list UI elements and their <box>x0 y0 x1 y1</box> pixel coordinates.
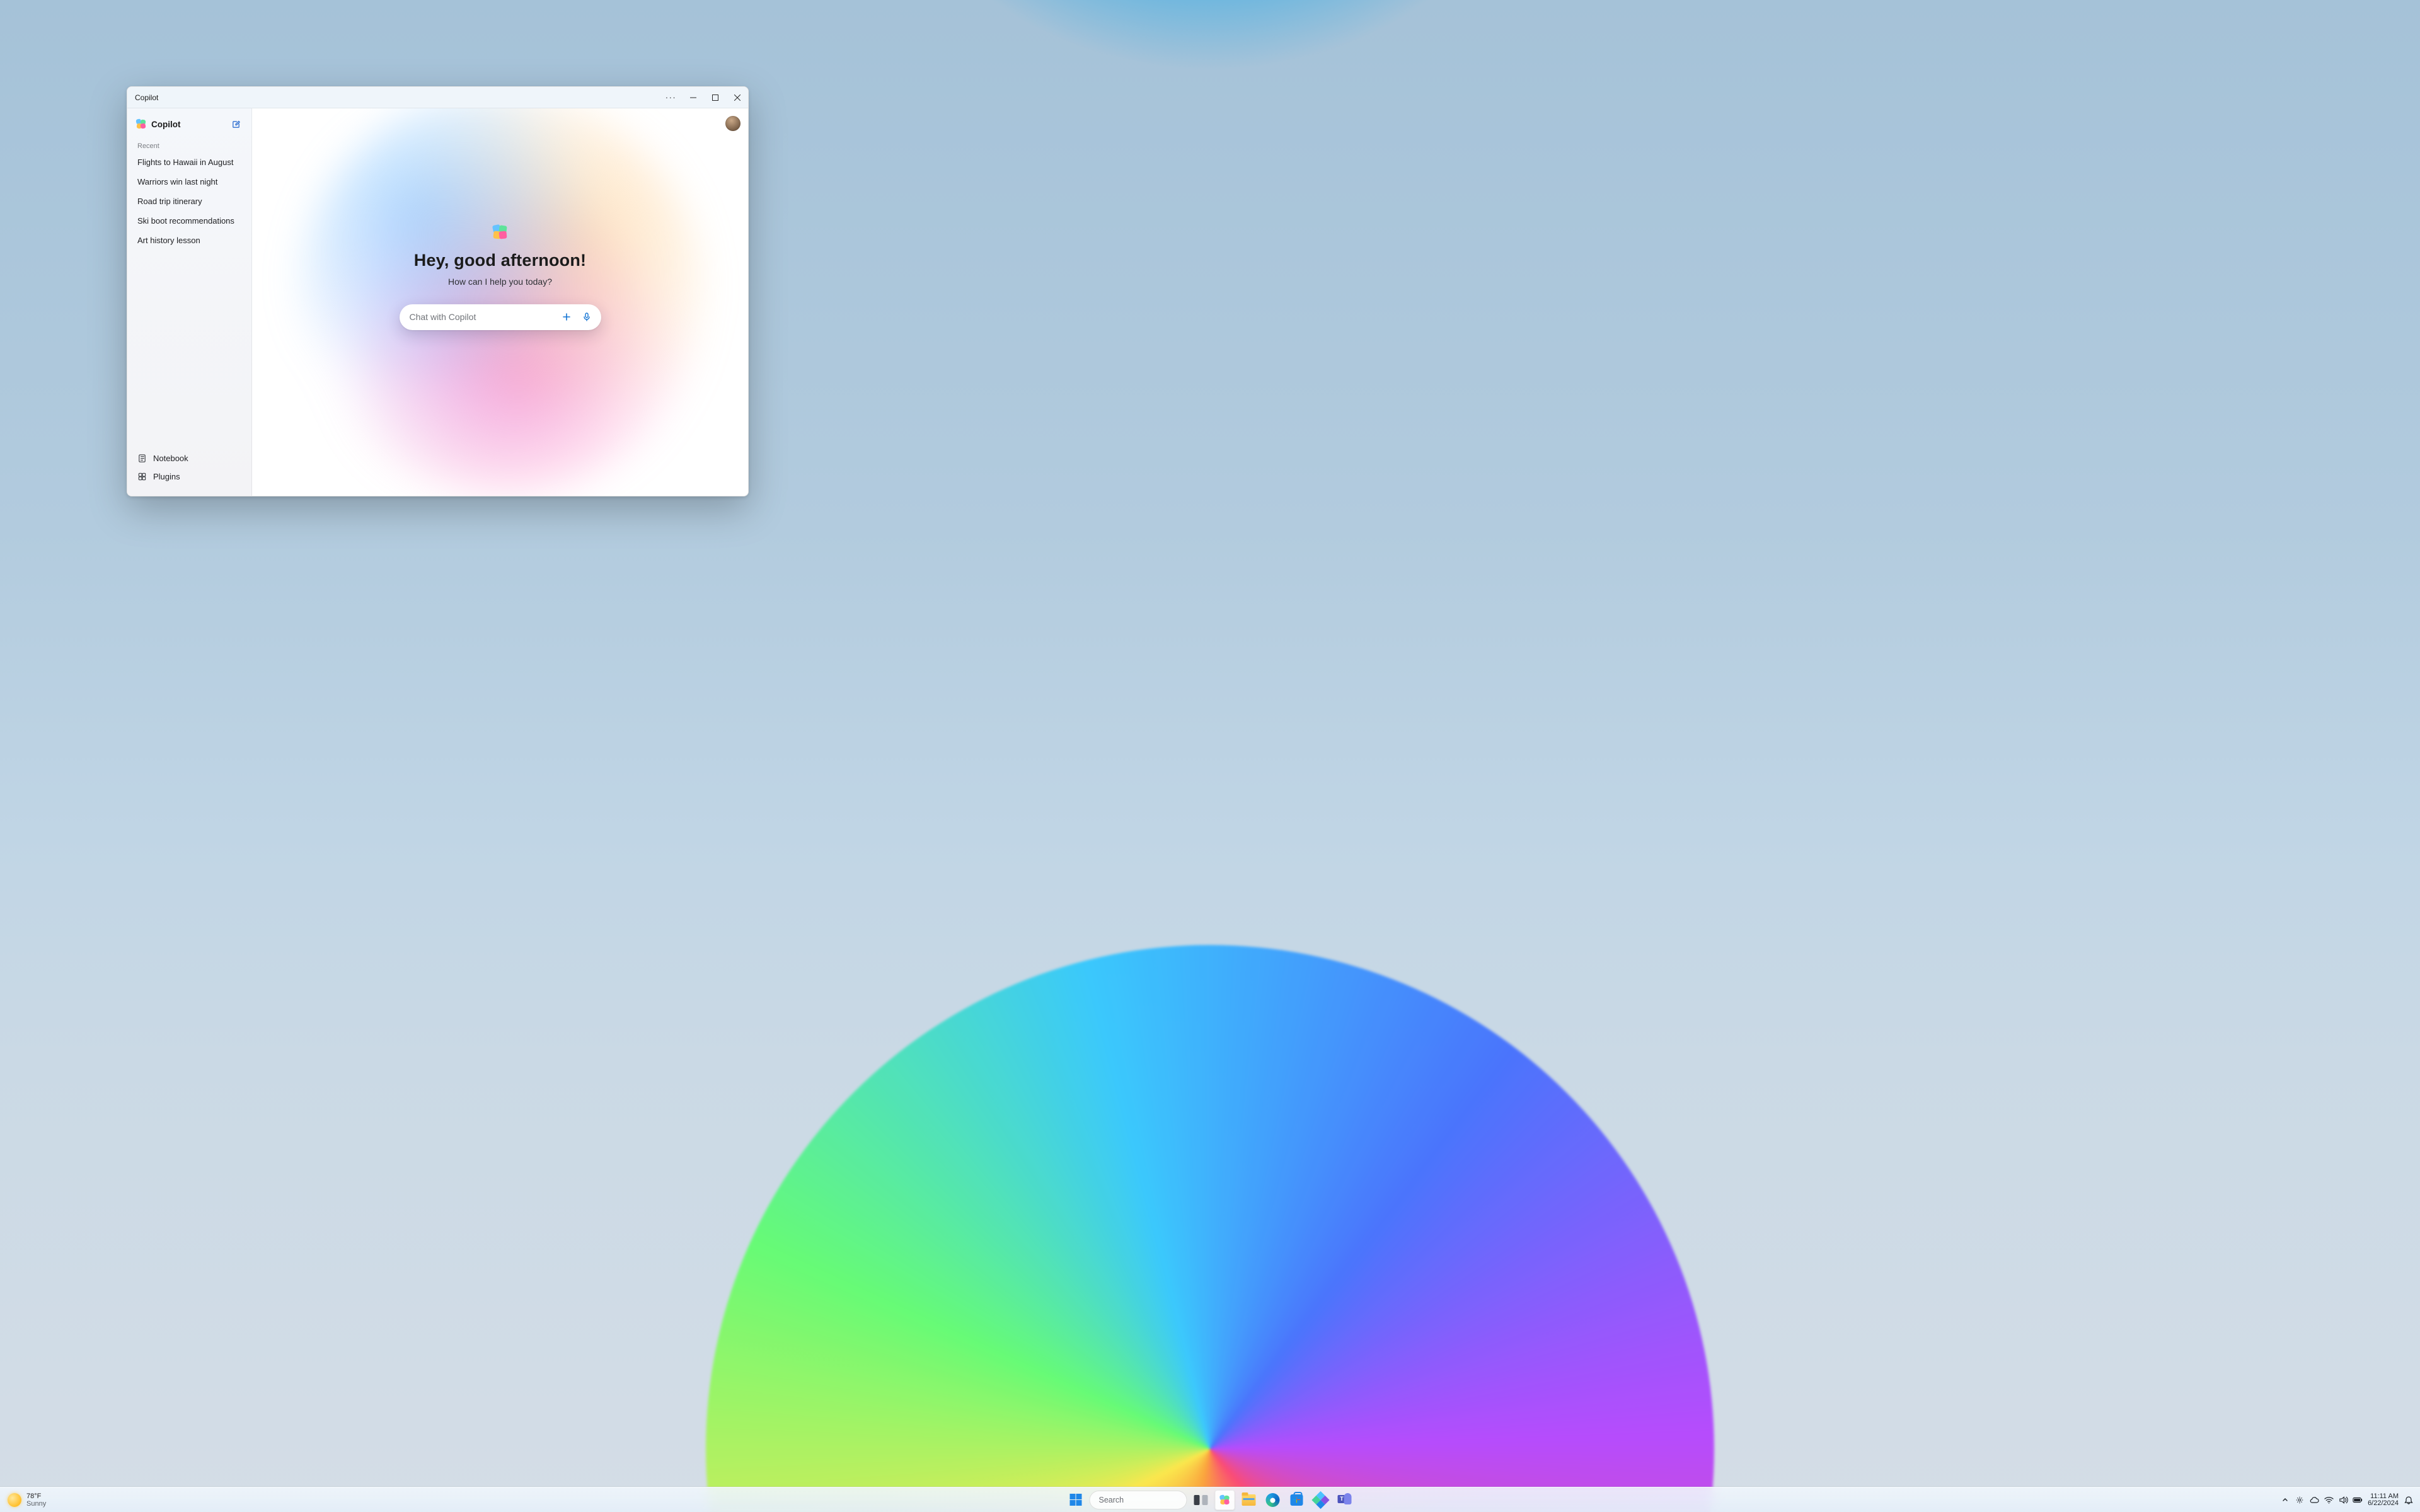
weather-condition: Sunny <box>26 1500 46 1508</box>
teams-icon <box>1338 1493 1352 1507</box>
notebook-label: Notebook <box>153 454 188 463</box>
taskbar-search[interactable] <box>1090 1491 1187 1509</box>
sidebar-app-name: Copilot <box>151 120 181 129</box>
cloud-icon <box>2309 1496 2319 1504</box>
taskbar-app-teams[interactable] <box>1335 1490 1355 1510</box>
wallpaper-bloom-bottom <box>706 945 1714 1512</box>
tray-battery-icon[interactable] <box>2353 1495 2363 1505</box>
notebook-icon <box>137 454 147 463</box>
gear-icon <box>2295 1496 2304 1504</box>
taskbar-app-explorer[interactable] <box>1239 1490 1259 1510</box>
plugins-label: Plugins <box>153 472 180 481</box>
file-explorer-icon <box>1242 1494 1256 1506</box>
tray-onedrive-icon[interactable] <box>2309 1495 2319 1505</box>
microsoft-store-icon <box>1291 1494 1303 1506</box>
titlebar[interactable]: Copilot ··· <box>127 87 748 108</box>
hero: Hey, good afternoon! How can I help you … <box>311 225 689 287</box>
chat-input[interactable] <box>410 312 555 322</box>
clock-time: 11:11 AM <box>2368 1493 2399 1500</box>
taskview-icon <box>1194 1495 1208 1505</box>
system-tray[interactable] <box>2280 1495 2363 1505</box>
copilot-logo-icon <box>136 119 146 129</box>
tray-wifi-icon[interactable] <box>2324 1495 2334 1505</box>
taskview-button[interactable] <box>1191 1490 1211 1510</box>
compose-button[interactable] <box>229 117 243 131</box>
window-maximize-button[interactable] <box>704 87 726 108</box>
weather-temp: 78°F <box>26 1492 46 1500</box>
copilot-window: Copilot ··· Copilot <box>127 86 749 496</box>
taskbar-weather[interactable]: 78°F Sunny <box>0 1492 46 1508</box>
sidebar: Copilot Recent Flights to Hawaii in Augu… <box>127 108 252 496</box>
copilot-diamond-icon <box>1311 1491 1329 1508</box>
compose-icon <box>231 120 241 129</box>
chat-add-button[interactable] <box>558 309 575 325</box>
taskbar-search-input[interactable] <box>1099 1496 1201 1504</box>
notifications-button[interactable] <box>2404 1495 2414 1505</box>
desktop: Copilot ··· Copilot <box>0 0 2420 1512</box>
close-icon <box>734 94 740 101</box>
window-minimize-button[interactable] <box>682 87 704 108</box>
window-title: Copilot <box>135 93 158 102</box>
account-avatar[interactable] <box>725 116 740 131</box>
taskbar-app-edge[interactable] <box>1263 1490 1283 1510</box>
wifi-icon <box>2324 1496 2334 1504</box>
tray-overflow-button[interactable] <box>2280 1495 2290 1505</box>
minimize-icon <box>690 94 696 101</box>
sidebar-item-recent[interactable]: Flights to Hawaii in August <box>132 152 246 172</box>
wallpaper-bloom-top <box>769 0 1651 220</box>
sidebar-item-recent[interactable]: Art history lesson <box>132 231 246 250</box>
sidebar-header: Copilot <box>132 115 246 137</box>
plugins-icon <box>137 472 147 481</box>
window-close-button[interactable] <box>726 87 748 108</box>
hero-greeting: Hey, good afternoon! <box>311 251 689 270</box>
tray-volume-icon[interactable] <box>2338 1495 2348 1505</box>
taskbar-app-store[interactable] <box>1287 1490 1307 1510</box>
edge-icon <box>1266 1493 1280 1507</box>
hero-glow <box>299 108 702 496</box>
taskbar: 78°F Sunny <box>0 1487 2420 1512</box>
chat-input-container <box>400 304 601 330</box>
start-button[interactable] <box>1066 1490 1086 1510</box>
mic-icon <box>582 312 592 322</box>
window-more-button[interactable]: ··· <box>660 87 682 108</box>
copilot-hero-icon <box>493 225 508 240</box>
sidebar-item-recent[interactable]: Warriors win last night <box>132 172 246 192</box>
clock-date: 6/22/2024 <box>2368 1500 2399 1507</box>
copilot-taskbar-icon <box>1220 1495 1230 1505</box>
sidebar-item-plugins[interactable]: Plugins <box>132 467 246 486</box>
taskbar-right: 11:11 AM 6/22/2024 <box>2280 1493 2420 1507</box>
taskbar-clock[interactable]: 11:11 AM 6/22/2024 <box>2368 1493 2399 1507</box>
hero-subtitle: How can I help you today? <box>311 277 689 287</box>
sidebar-item-recent[interactable]: Road trip itinerary <box>132 192 246 211</box>
battery-icon <box>2353 1497 2363 1503</box>
bell-icon <box>2404 1495 2413 1504</box>
taskbar-app-copilot[interactable] <box>1215 1490 1235 1510</box>
sidebar-item-notebook[interactable]: Notebook <box>132 449 246 467</box>
sidebar-item-recent[interactable]: Ski boot recommendations <box>132 211 246 231</box>
taskbar-center <box>1066 1490 1355 1510</box>
sidebar-recent-label: Recent <box>132 137 246 152</box>
tray-settings-icon[interactable] <box>2295 1495 2305 1505</box>
weather-sun-icon <box>8 1493 21 1507</box>
plus-icon <box>562 312 572 322</box>
more-icon: ··· <box>666 93 677 102</box>
taskbar-app-copilot-pro[interactable] <box>1311 1490 1331 1510</box>
chat-pane: Hey, good afternoon! How can I help you … <box>252 108 748 496</box>
maximize-icon <box>712 94 718 101</box>
windows-logo-icon <box>1069 1494 1081 1506</box>
volume-icon <box>2339 1496 2348 1504</box>
chat-mic-button[interactable] <box>579 309 595 325</box>
chevron-up-icon <box>2282 1497 2288 1503</box>
